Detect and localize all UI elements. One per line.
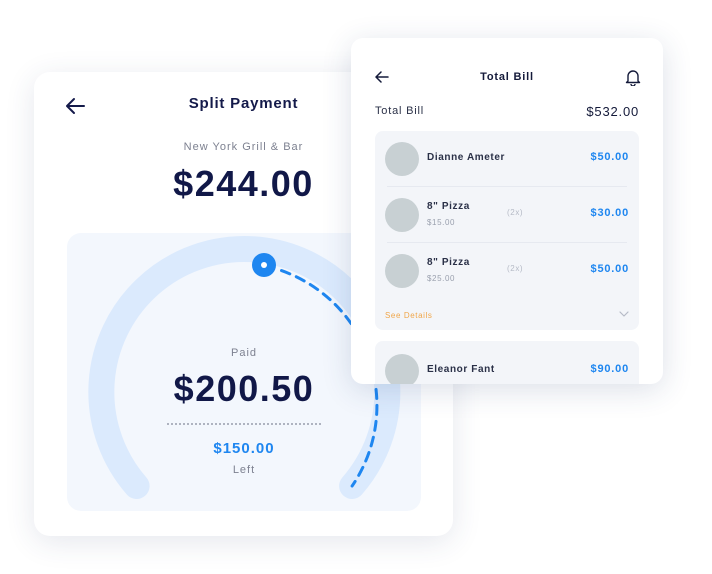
- item-quantity: (2x): [507, 264, 524, 273]
- bell-icon: [625, 70, 641, 87]
- bill-title: Total Bill: [480, 71, 534, 83]
- bill-group: Eleanor Fant $90.00: [375, 341, 639, 384]
- avatar: [385, 142, 419, 176]
- item-image: [385, 198, 419, 232]
- see-details-link[interactable]: See Details: [385, 311, 433, 320]
- item-amount: $50.00: [590, 151, 629, 163]
- left-amount: $150.00: [213, 440, 275, 457]
- item-price: $25.00: [427, 274, 456, 283]
- person-name: Eleanor Fant: [427, 364, 495, 375]
- avatar: [385, 354, 419, 384]
- total-bill-label: Total Bill: [375, 105, 424, 117]
- total-bill-value: $532.00: [586, 104, 639, 119]
- notifications-button[interactable]: [625, 68, 641, 87]
- bill-group: Dianne Ameter $50.00 8" Pizza $15.00 (2x…: [375, 131, 639, 330]
- list-item[interactable]: 8" Pizza $25.00 (2x) $50.00: [375, 243, 639, 299]
- item-amount: $50.00: [590, 263, 629, 275]
- item-price: $15.00: [427, 218, 456, 227]
- item-amount: $90.00: [590, 363, 629, 375]
- item-image: [385, 254, 419, 288]
- item-name: 8" Pizza: [427, 201, 470, 212]
- item-name: 8" Pizza: [427, 257, 470, 268]
- list-item[interactable]: Dianne Ameter $50.00: [375, 131, 639, 187]
- list-item[interactable]: Eleanor Fant $90.00: [375, 343, 639, 384]
- item-quantity: (2x): [507, 208, 524, 217]
- total-bill-card: Total Bill Total Bill $532.00 Dianne Ame…: [351, 38, 663, 384]
- chevron-down-icon[interactable]: [619, 310, 629, 318]
- person-name: Dianne Ameter: [427, 152, 506, 163]
- dotted-divider: [167, 423, 321, 425]
- left-label: Left: [232, 464, 256, 476]
- list-item[interactable]: 8" Pizza $15.00 (2x) $30.00: [375, 187, 639, 243]
- item-amount: $30.00: [590, 207, 629, 219]
